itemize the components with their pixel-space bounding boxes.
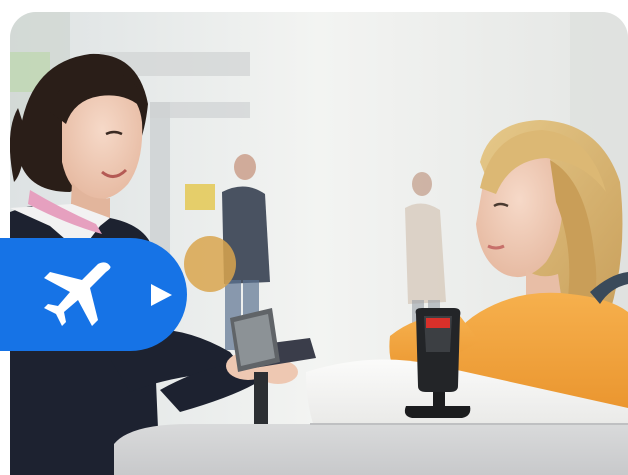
page [0,0,628,475]
play-icon[interactable] [148,282,174,308]
flight-badge[interactable] [0,238,187,351]
airplane-icon [44,262,111,326]
